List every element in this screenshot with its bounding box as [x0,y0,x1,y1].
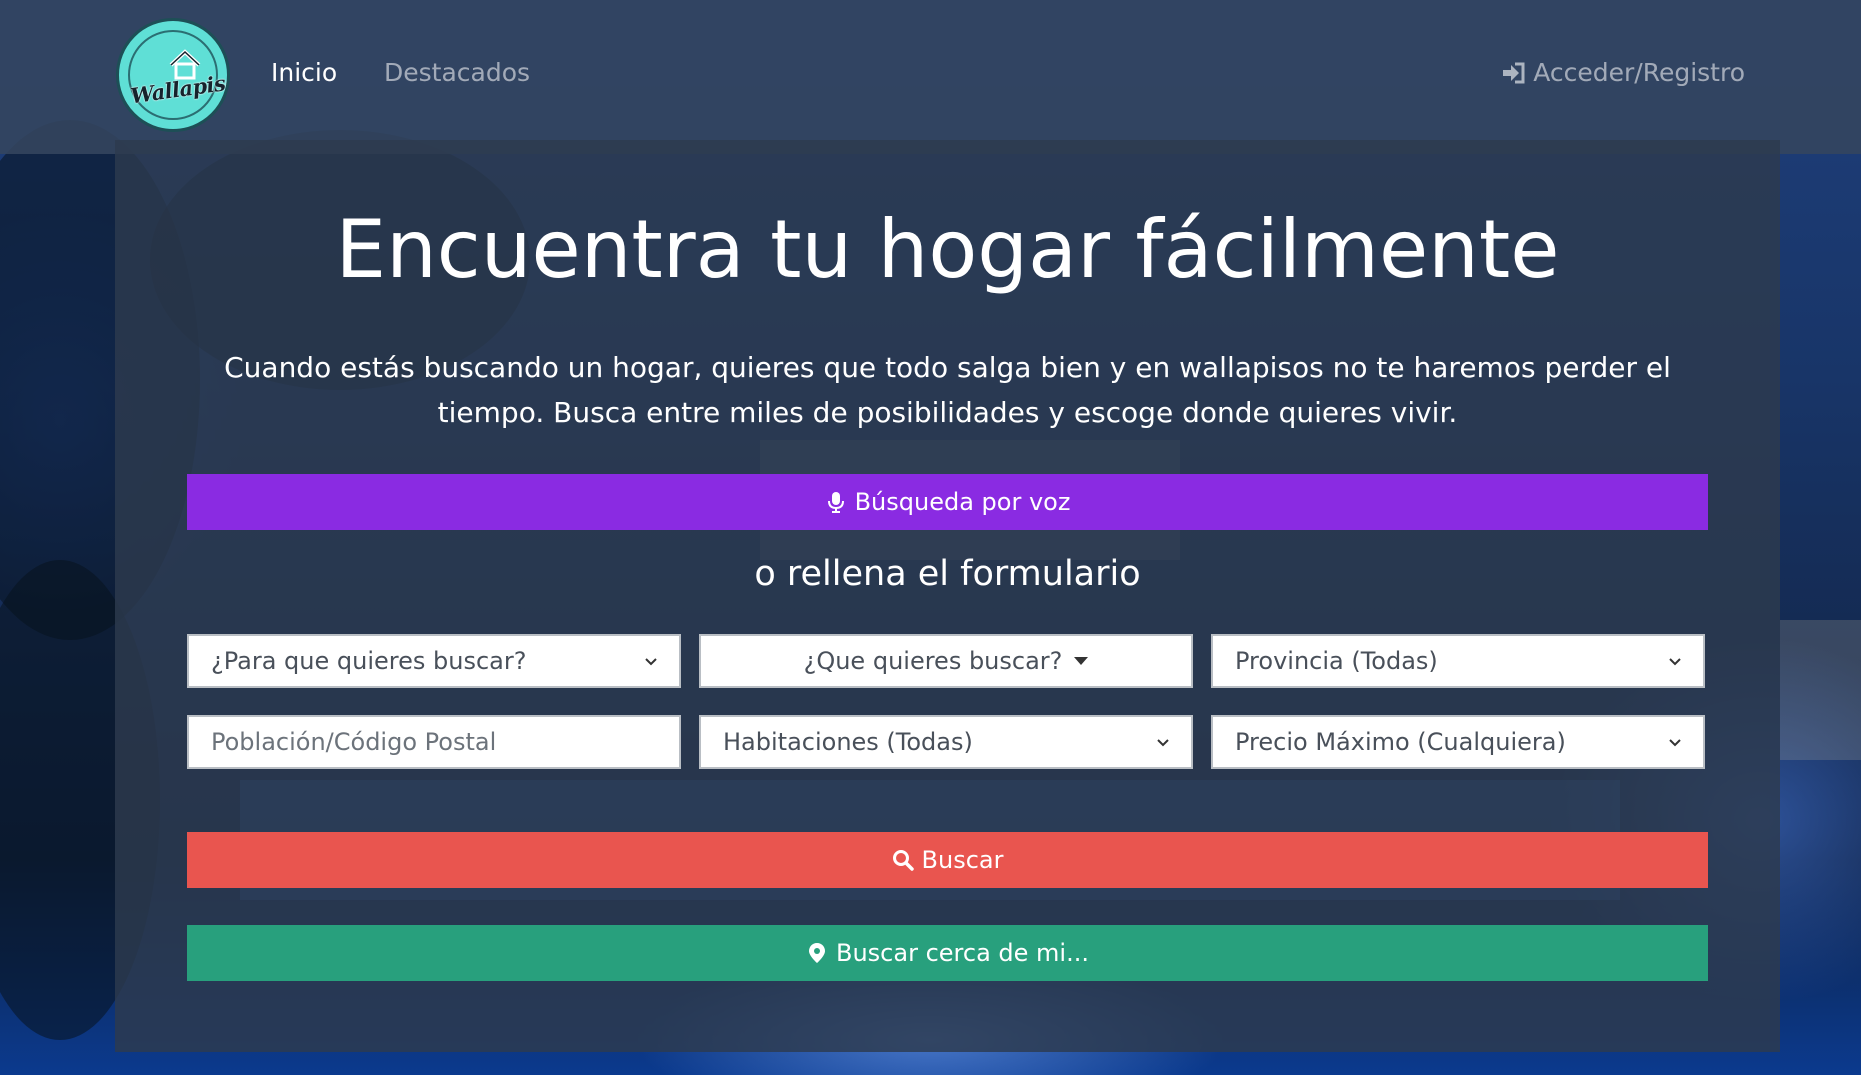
property-type-dropdown[interactable]: ¿Que quieres buscar? [699,634,1193,688]
chevron-down-icon [1669,658,1681,666]
chevron-down-icon [1157,739,1169,747]
search-nearby-label: Buscar cerca de mi... [836,939,1089,967]
logo-ring: Wallapisos [128,30,227,120]
province-select-value: Provincia (Todas) [1235,647,1438,675]
nav-link-inicio[interactable]: Inicio [271,58,337,88]
chevron-down-icon [645,658,657,666]
hero-panel: Encuentra tu hogar fácilmente Cuando est… [115,140,1780,1052]
province-select[interactable]: Provincia (Todas) [1211,634,1705,688]
search-button[interactable]: Buscar [187,832,1708,888]
caret-down-icon [1074,657,1089,665]
search-icon [892,850,914,871]
microphone-icon [827,492,844,513]
sign-in-icon [1503,62,1525,84]
purpose-select[interactable]: ¿Para que quieres buscar? [187,634,681,688]
rooms-select[interactable]: Habitaciones (Todas) [699,715,1193,769]
nav-link-destacados[interactable]: Destacados [384,58,530,88]
search-nearby-button[interactable]: Buscar cerca de mi... [187,925,1708,981]
rooms-select-value: Habitaciones (Todas) [723,728,973,756]
form-subheading: o rellena el formulario [754,554,1141,594]
search-button-label: Buscar [921,846,1004,874]
max-price-select-value: Precio Máximo (Cualquiera) [1235,728,1566,756]
map-marker-icon [809,943,825,963]
login-label: Acceder/Registro [1533,58,1745,87]
max-price-select[interactable]: Precio Máximo (Cualquiera) [1211,715,1705,769]
purpose-select-value: ¿Para que quieres buscar? [211,647,527,675]
voice-search-label: Búsqueda por voz [854,488,1071,516]
location-input[interactable] [187,715,681,769]
house-facade [1780,620,1861,760]
hero-description: Cuando estás buscando un hogar, quieres … [224,351,1671,429]
navbar: Wallapisos Inicio Destacados Acceder/Reg… [0,0,1861,154]
logo[interactable]: Wallapisos [116,18,230,132]
chevron-down-icon [1669,739,1681,747]
hero-title: Encuentra tu hogar fácilmente [335,203,1560,296]
property-type-label: ¿Que quieres buscar? [803,647,1063,675]
login-link[interactable]: Acceder/Registro [1501,58,1745,88]
voice-search-button[interactable]: Búsqueda por voz [187,474,1708,530]
